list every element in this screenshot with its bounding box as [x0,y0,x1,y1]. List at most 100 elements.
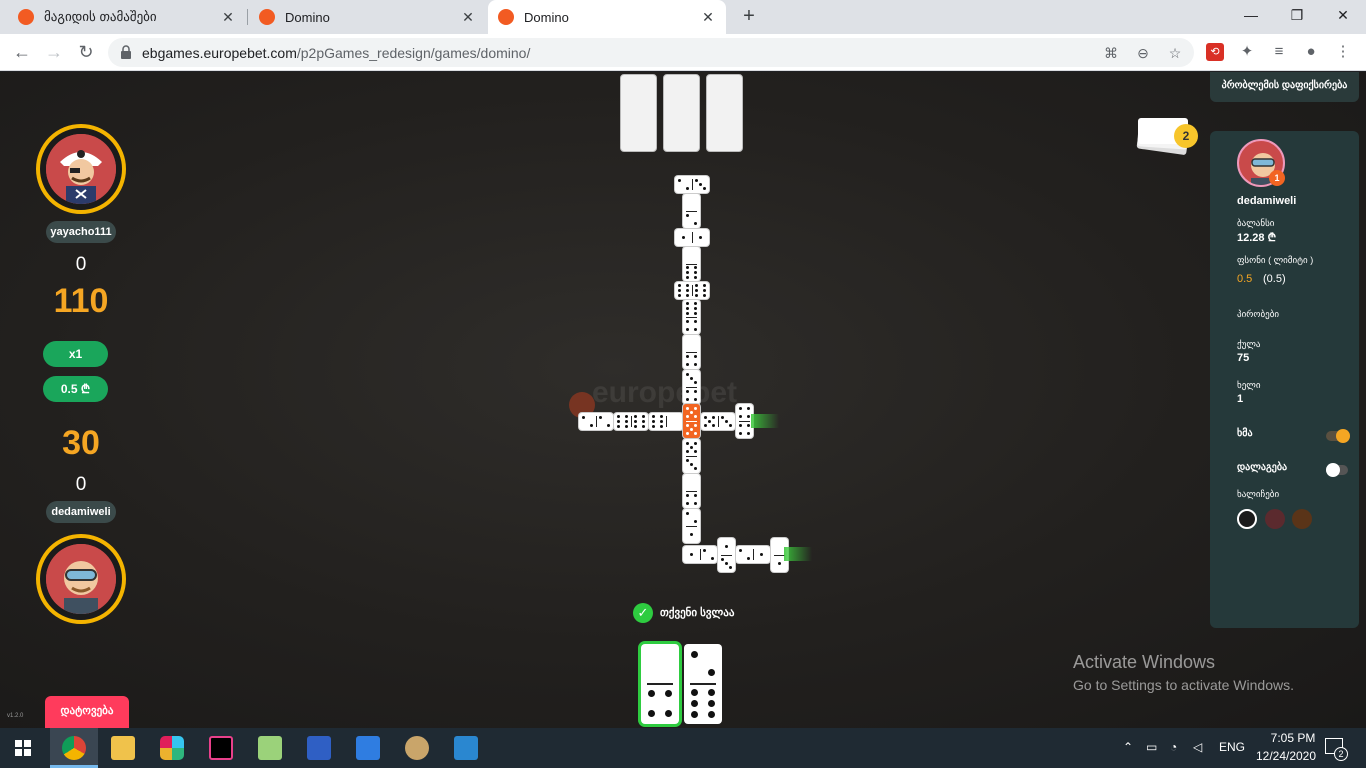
reload-icon[interactable]: ↻ [74,40,98,64]
pip [711,557,715,561]
sort-toggle[interactable] [1326,463,1348,477]
pip [642,420,646,423]
panel-player-name: dedamiweli [1237,195,1297,207]
tab-domino-active[interactable]: Domino ✕ [488,0,726,34]
hand-tile-2-6[interactable] [684,644,722,724]
new-tab-button[interactable]: + [738,5,760,27]
windows-start-icon[interactable] [15,740,31,756]
sound-toggle[interactable] [1326,429,1350,443]
zoom-icon[interactable]: ⊖ [1132,42,1154,64]
pip [694,520,698,524]
board-tile-6-6 [614,413,648,430]
pip [690,553,693,556]
intellij-icon[interactable] [209,736,233,760]
pip [729,424,733,428]
fee-label: ფსონი ( ლიმიტი ) [1237,255,1314,265]
maximize-button[interactable]: ❐ [1282,4,1312,26]
pip [691,689,698,696]
forward-arrow-icon[interactable]: → [42,40,66,64]
translate-icon[interactable]: ⌘ [1100,42,1122,64]
minimize-button[interactable]: — [1236,4,1266,26]
url-host: ebgames.europebet.com [142,45,297,61]
pip [616,425,620,429]
board-tile-5-3 [701,413,735,430]
pip [694,493,698,497]
color-swatch-maroon[interactable] [1265,509,1285,529]
language-indicator[interactable]: ENG [1219,740,1245,754]
color-swatch-black[interactable] [1237,509,1257,529]
profile-icon[interactable]: ● [1300,41,1322,63]
extension-red-icon[interactable]: ⟲ [1206,43,1224,61]
bookmark-star-icon[interactable]: ☆ [1164,42,1186,64]
fee-value: 0.5 [1237,273,1253,285]
tab-domino-1[interactable]: Domino ✕ [249,0,486,34]
photos-icon[interactable] [454,736,478,760]
extensions-puzzle-icon[interactable]: ✦ [1236,41,1258,63]
pip [685,276,689,280]
opponent-round-points: 0 [75,254,87,275]
tile-divider [686,210,697,212]
pip [694,265,698,269]
close-tab-icon[interactable]: ✕ [460,9,476,26]
paint-icon[interactable] [405,736,429,760]
europebet-favicon-icon [259,9,275,25]
tab-board-games[interactable]: მაგიდის თამაშები ✕ [8,0,246,34]
address-bar[interactable]: ebgames.europebet.com/p2pGames_redesign/… [108,38,1194,67]
pip [685,213,689,217]
battery-icon[interactable]: ▭ [1146,740,1157,754]
pip [660,425,664,429]
pip [694,398,698,402]
pip [633,425,637,429]
hand-tile-0-4[interactable] [641,644,679,724]
fee-limit: (0.5) [1263,273,1286,285]
activate-windows-title: Activate Windows [1073,652,1216,672]
pip [685,423,689,427]
pip [633,414,637,418]
volume-icon[interactable]: ◁ [1193,740,1202,754]
close-window-button[interactable]: ✕ [1328,4,1358,26]
pip [581,415,585,419]
tile-divider [595,416,597,427]
pip [677,289,681,292]
pip [694,312,698,316]
menu-dots-icon[interactable]: ⋮ [1332,41,1354,63]
tile-divider [686,490,697,492]
close-tab-icon[interactable]: ✕ [220,9,236,26]
pip [699,236,702,239]
pip [694,432,698,436]
close-tab-icon[interactable]: ✕ [700,9,716,26]
color-swatch-brown[interactable] [1292,509,1312,529]
slack-icon[interactable] [160,736,184,760]
chevron-up-icon[interactable]: ⌃ [1123,740,1133,754]
tile-divider [647,683,673,685]
pip [694,381,698,385]
clock-time[interactable]: 7:05 PM [1262,731,1324,745]
wifi-icon[interactable]: ◔ [1170,740,1177,754]
wifi-analyzer-icon[interactable] [307,736,331,760]
notepad-icon[interactable] [258,736,282,760]
back-arrow-icon[interactable]: ← [10,40,34,64]
clock-date[interactable]: 12/24/2020 [1248,749,1324,763]
chrome-icon [62,736,86,760]
report-problem-button[interactable]: პრობლემის დაფიქსირება [1210,72,1359,102]
leave-button[interactable]: დატოვება [45,696,129,728]
opponent-tile-back [663,74,700,152]
pip [747,432,751,436]
pip [677,283,681,287]
my-name: dedamiweli [46,501,116,523]
playable-end-glow [784,547,812,561]
pip [677,178,681,182]
windows-taskbar: ⌃ ▭ ◔ ◁ ENG 7:05 PM 12/24/2020 2 [0,728,1366,768]
tile-divider [699,549,701,560]
pip [708,711,715,718]
tile-divider [739,420,750,422]
media-queue-icon[interactable]: ≡ [1268,41,1290,63]
board-tile-1-2 [683,546,717,563]
file-explorer-icon[interactable] [111,736,135,760]
pip [625,414,629,418]
pip [725,562,728,565]
pip [651,420,655,423]
wps-writer-icon[interactable] [356,736,380,760]
pip [616,414,620,418]
pip [685,432,689,436]
